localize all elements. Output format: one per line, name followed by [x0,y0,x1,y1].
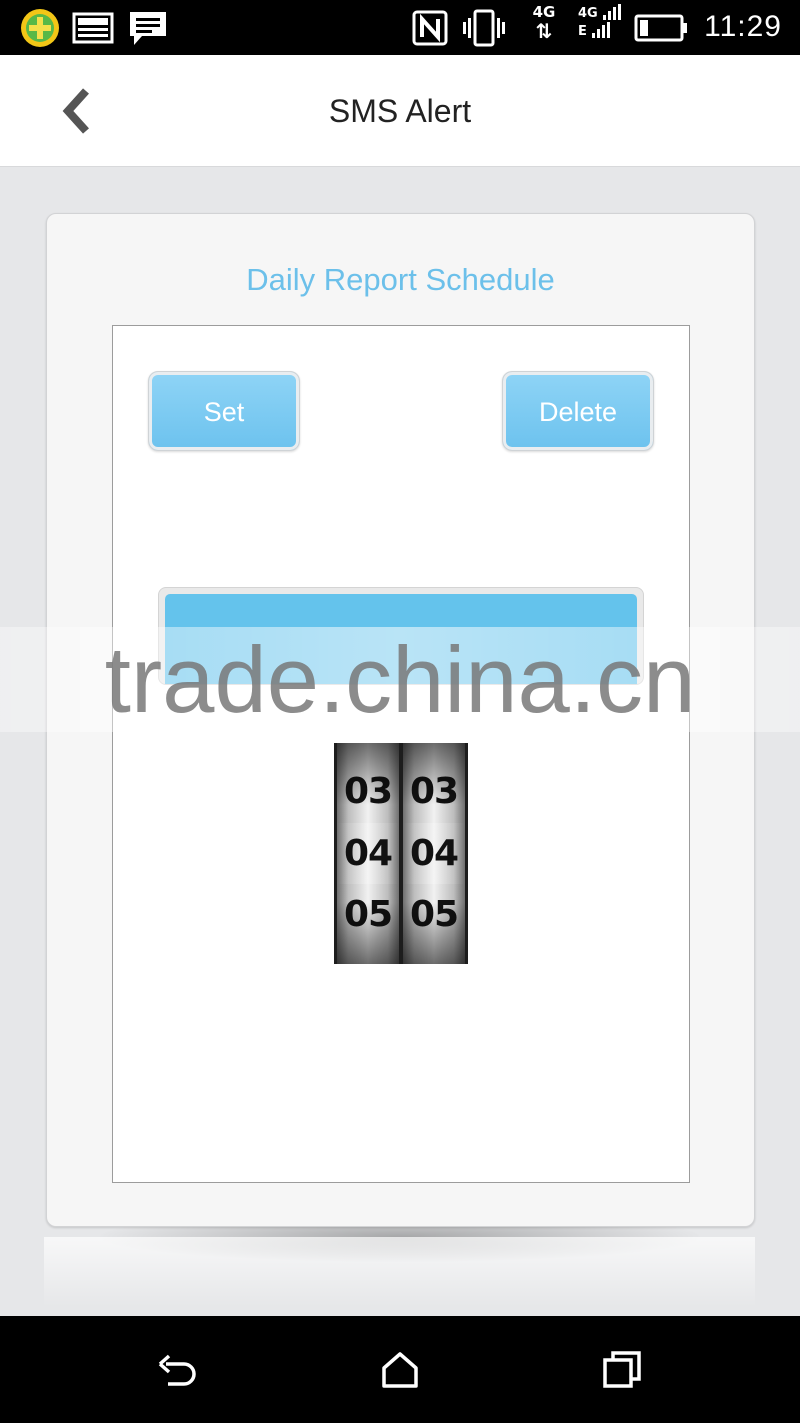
message-notification-icon [130,12,166,45]
minute-option-selected[interactable]: 04 [403,823,465,884]
data-transfer-icon: 4G ⇅ [528,4,560,42]
hour-option-selected[interactable]: 04 [337,823,399,884]
minute-wheel[interactable]: 03 04 05 [403,743,465,964]
schedule-panel: Set Delete 03 04 05 03 04 05 [112,325,690,1183]
watermark-text: trade.china.cn [104,627,696,732]
back-icon[interactable] [156,1348,200,1392]
recent-apps-icon[interactable] [600,1348,644,1392]
clock-time: 11:29 [704,10,782,43]
nfc-icon [412,10,448,46]
status-bar: 4G ⇅ 4G E 11:29 [0,0,800,55]
battery-icon [634,14,687,42]
set-button[interactable]: Set [148,371,300,451]
signal-icon: 4G E [578,4,624,40]
system-nav-bar [0,1316,800,1423]
hour-option[interactable]: 03 [337,761,399,822]
card-reflection [44,1237,755,1307]
minute-option[interactable]: 05 [403,884,465,945]
image-notification-icon [72,12,114,44]
plus-badge-icon [21,9,59,47]
home-icon[interactable] [378,1348,422,1392]
network-type-label: 4G [532,3,556,21]
hour-wheel[interactable]: 03 04 05 [337,743,399,964]
app-header: SMS Alert [0,55,800,167]
card-title: Daily Report Schedule [246,262,555,297]
minute-option[interactable]: 03 [403,761,465,822]
hour-option[interactable]: 05 [337,884,399,945]
network-2-sub-label: E [578,24,587,39]
page-title: SMS Alert [328,93,472,129]
content-area: Daily Report Schedule Set Delete 03 04 0… [0,167,800,1316]
delete-button[interactable]: Delete [502,371,654,451]
network-2-type-label: 4G [578,6,598,21]
time-picker[interactable]: 03 04 05 03 04 05 [334,743,468,964]
vibrate-icon [463,9,505,47]
